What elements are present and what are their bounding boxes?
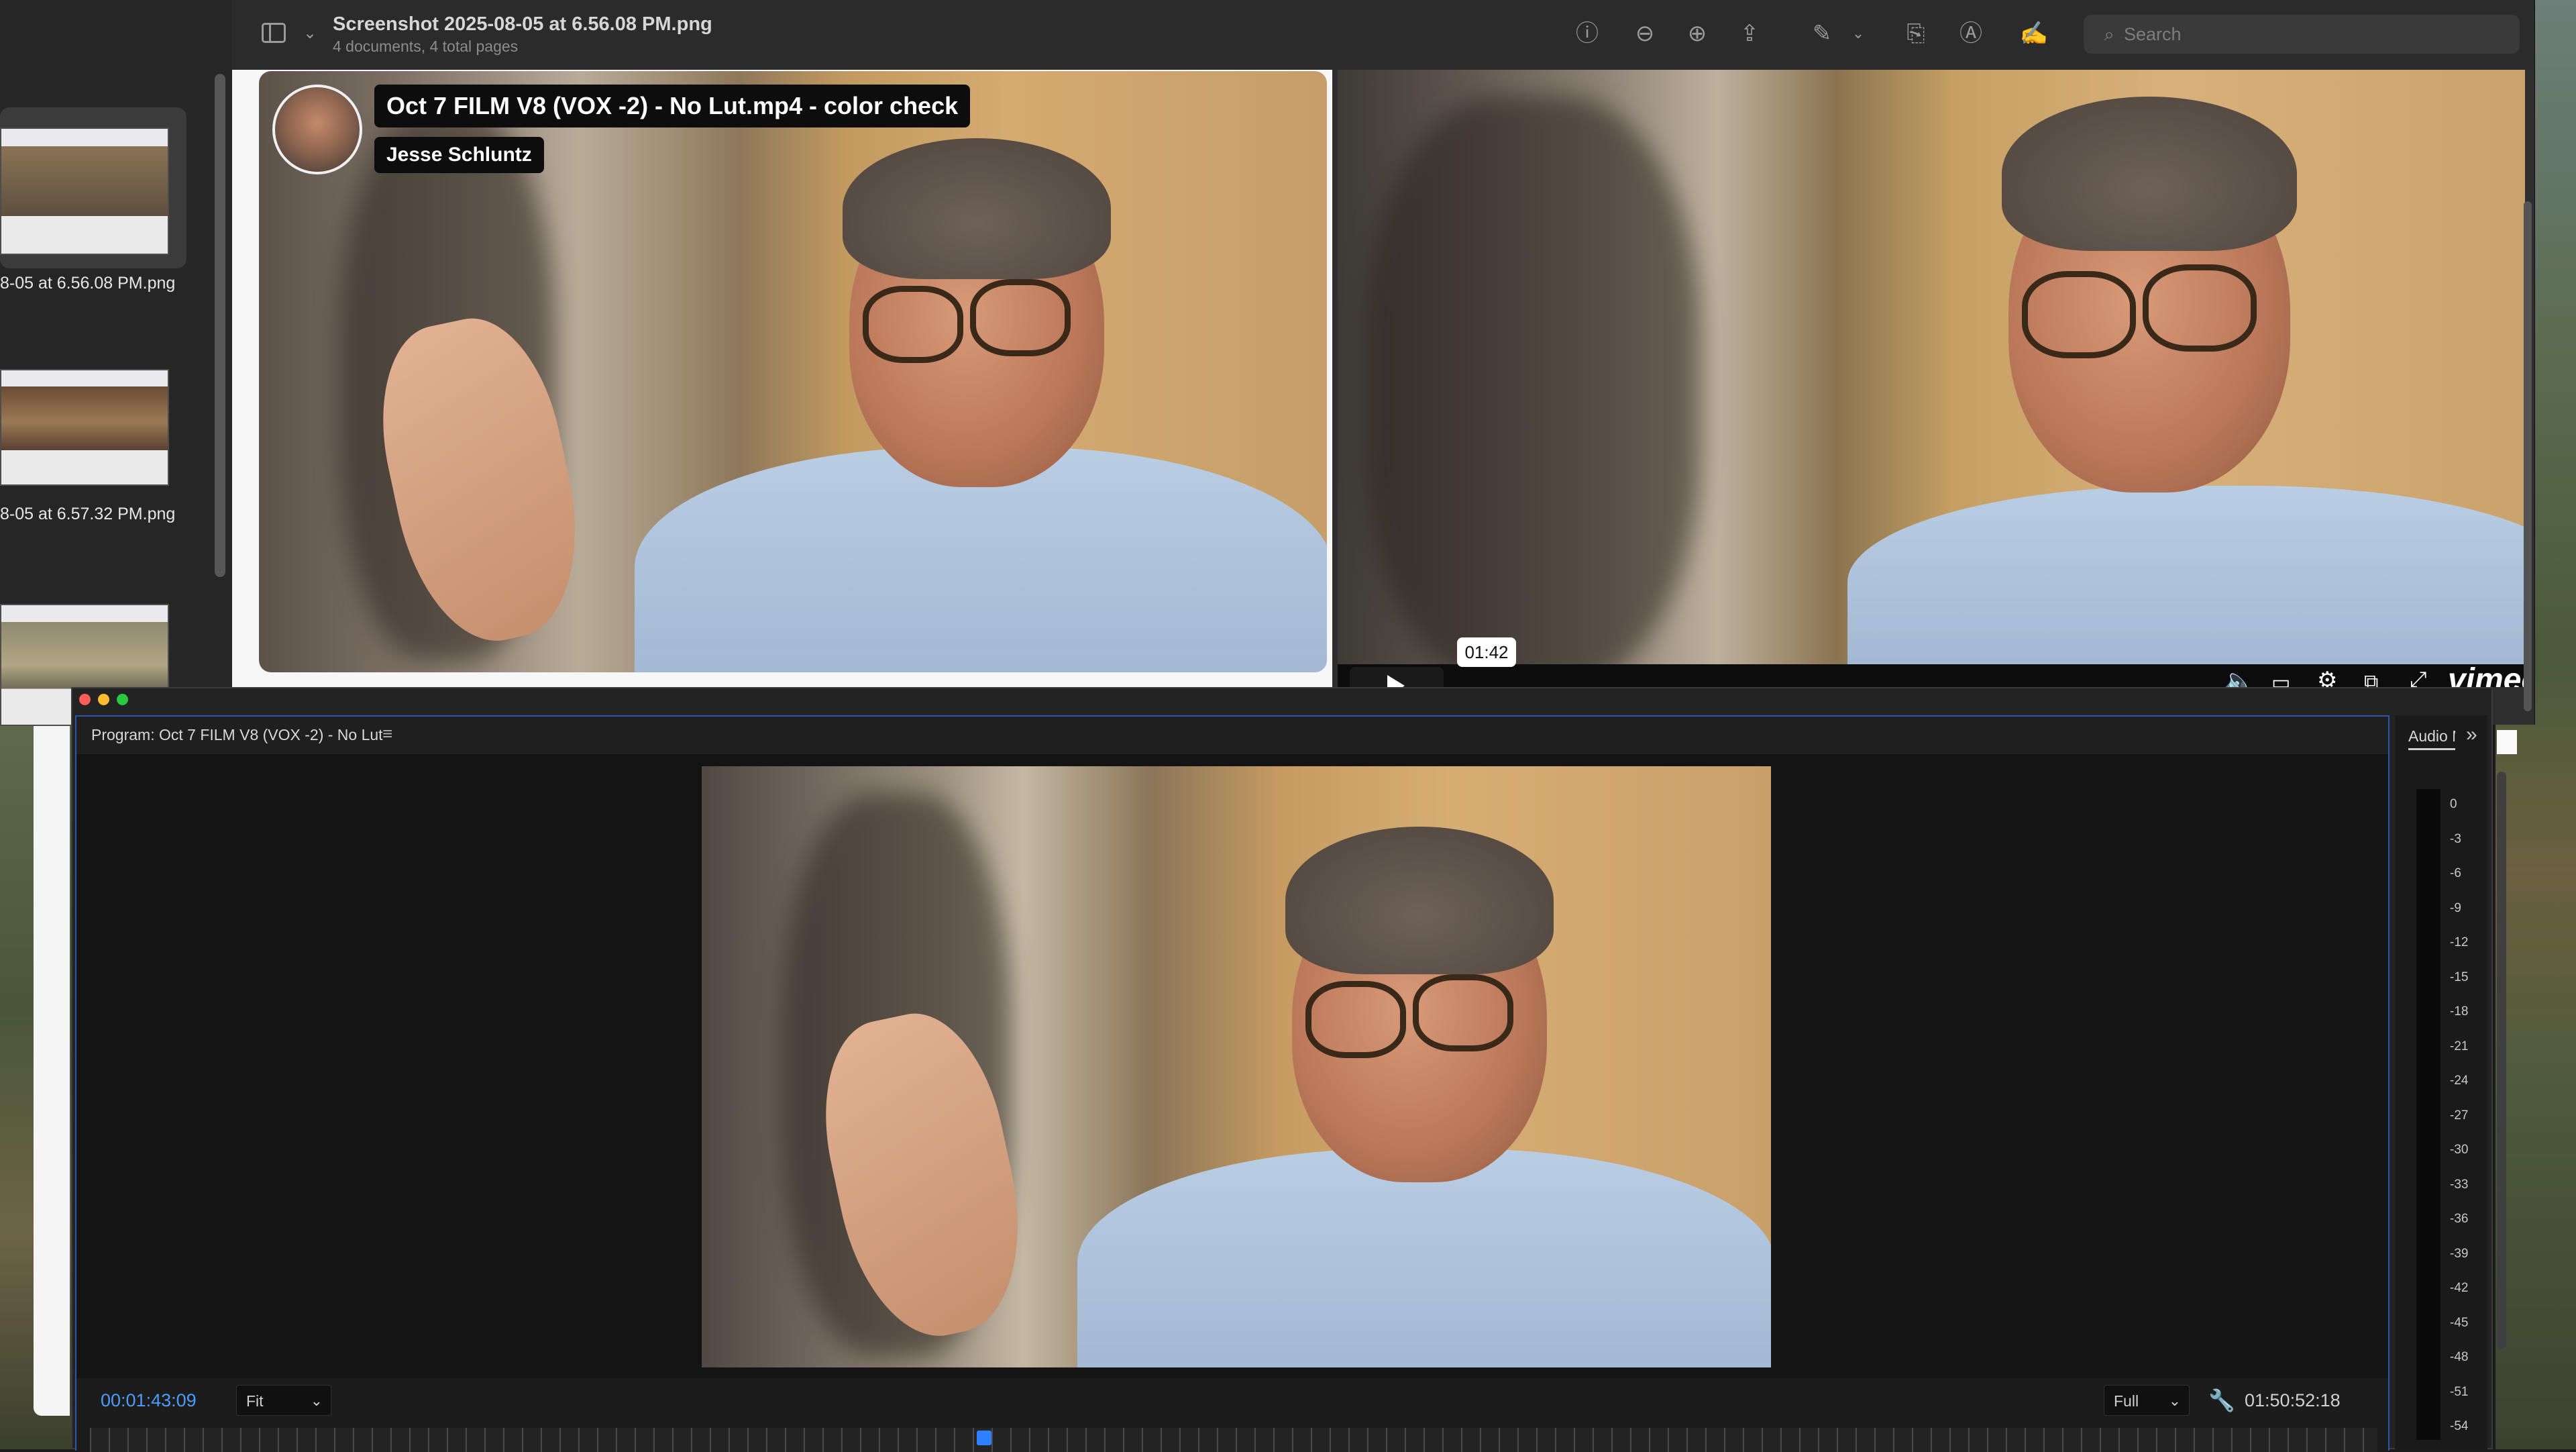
player-controls-bar <box>1338 664 2525 687</box>
meter-tick-label: -30 <box>2450 1143 2469 1157</box>
thumbnail-label: 8-05 at 6.56.08 PM.png <box>0 274 176 293</box>
meter-tick-label: -51 <box>2450 1384 2469 1399</box>
document-page: Oct 7 FILM V8 (VOX -2) - No Lut.mp4 - co… <box>232 70 1332 687</box>
panel-scrollbar[interactable] <box>2497 772 2506 1349</box>
fullscreen-icon[interactable]: ⤢ <box>2410 667 2427 687</box>
glasses <box>2143 264 2257 352</box>
sidebar-scrollbar[interactable] <box>215 74 225 577</box>
playhead[interactable] <box>977 1431 991 1445</box>
duration-timecode: 01:50:52:18 <box>2245 1390 2341 1410</box>
zoom-level-select[interactable]: Fit ⌄ <box>236 1385 331 1416</box>
thumbnail-image[interactable] <box>0 369 169 486</box>
zoom-window-button[interactable] <box>117 694 128 705</box>
panel-header: Program: Oct 7 FILM V8 (VOX -2) - No Lut… <box>76 717 2388 754</box>
markup-pen-icon[interactable]: ✎ <box>1807 19 1837 48</box>
background-photo <box>1364 97 1700 687</box>
panel-title[interactable]: Program: Oct 7 FILM V8 (VOX -2) - No Lut <box>91 726 383 744</box>
search-icon: ⌕ <box>2104 24 2114 44</box>
avatar[interactable] <box>272 85 362 174</box>
rotate-icon[interactable]: ⎘ <box>1901 19 1931 48</box>
meter-tick-label: 0 <box>2450 797 2457 811</box>
video-frame-left: Oct 7 FILM V8 (VOX -2) - No Lut.mp4 - co… <box>259 71 1327 672</box>
glasses <box>1413 974 1513 1051</box>
time-ruler[interactable] <box>90 1428 2377 1452</box>
playback-resolution-value: Full <box>2114 1392 2139 1410</box>
meter-tick-label: -24 <box>2450 1074 2469 1088</box>
info-icon[interactable]: ⓘ <box>1572 19 1602 48</box>
window-title: Screenshot 2025-08-05 at 6.56.08 PM.png <box>333 13 712 35</box>
minimize-window-button[interactable] <box>98 694 109 705</box>
meter-tick-label: -15 <box>2450 970 2469 984</box>
audio-meters-panel: Audio Meters » 0 -3 -6 -9 -12 -15 -18 -21 -24 -27… <box>2395 715 2487 1451</box>
premiere-window: Program: Oct 7 FILM V8 (VOX -2) - No Lut… <box>71 687 2493 1452</box>
preview-window: 8-05 at 6.56.08 PM.png 8-05 at 6.57.32 P… <box>0 0 2535 726</box>
chevron-down-icon[interactable]: ⌄ <box>295 19 325 48</box>
glasses <box>1305 981 1406 1058</box>
background-window-edge <box>2497 730 2517 754</box>
window-subtitle: 4 documents, 4 total pages <box>333 38 519 55</box>
meter-tick-label: -18 <box>2450 1004 2469 1019</box>
volume-icon[interactable]: 🔈 <box>2223 667 2255 687</box>
background-window-edge <box>34 725 70 1416</box>
glasses <box>970 279 1071 356</box>
preview-toolbar: ⌄ Screenshot 2025-08-05 at 6.56.08 PM.pn… <box>232 0 2534 70</box>
pip-icon[interactable]: ⧉ <box>2364 671 2378 687</box>
settings-icon[interactable]: ⚙ <box>2317 667 2337 687</box>
annotate-icon[interactable]: Ⓐ <box>1956 19 1986 48</box>
close-window-button[interactable] <box>79 694 91 705</box>
meter-tick-label: -54 <box>2450 1419 2469 1433</box>
search-field[interactable]: ⌕ Search <box>2084 15 2520 54</box>
chevron-down-icon: ⌄ <box>2168 1392 2181 1409</box>
chevron-down-icon[interactable]: ⌄ <box>1843 19 1873 48</box>
meter-tick-label: -3 <box>2450 831 2461 846</box>
meter-tick-label: -21 <box>2450 1039 2469 1053</box>
share-icon[interactable]: ⇪ <box>1735 19 1764 48</box>
audio-meter-bar <box>2416 789 2440 1440</box>
program-video-frame[interactable] <box>702 766 1771 1367</box>
meter-tick-label: -39 <box>2450 1246 2469 1261</box>
chevron-down-icon: ⌄ <box>310 1392 323 1409</box>
zoom-out-icon[interactable]: ⊖ <box>1630 19 1660 48</box>
meter-tick-label: -45 <box>2450 1315 2469 1330</box>
glasses <box>2022 271 2136 358</box>
document-canvas[interactable]: Oct 7 FILM V8 (VOX -2) - No Lut.mp4 - co… <box>232 70 2534 725</box>
zoom-level-value: Fit <box>246 1392 264 1410</box>
play-button[interactable] <box>1350 667 1444 687</box>
preview-scrollbar[interactable] <box>2524 201 2532 711</box>
playback-resolution-select[interactable]: Full ⌄ <box>2104 1385 2190 1416</box>
meter-tick-label: -9 <box>2450 900 2461 915</box>
video-author[interactable]: Jesse Schluntz <box>374 137 544 173</box>
captions-icon[interactable]: ▭ <box>2271 671 2290 687</box>
zoom-in-icon[interactable]: ⊕ <box>1682 19 1712 48</box>
vimeo-logo[interactable]: vimeo <box>2448 662 2525 687</box>
wrench-icon[interactable]: 🔧 <box>2208 1388 2235 1413</box>
meter-tick-label: -42 <box>2450 1281 2469 1295</box>
meter-tick-label: -12 <box>2450 935 2469 949</box>
hover-time-tooltip: 01:42 <box>1457 637 1516 667</box>
person-hair <box>1285 827 1554 974</box>
current-timecode[interactable]: 00:01:43:09 <box>101 1390 197 1411</box>
video-title[interactable]: Oct 7 FILM V8 (VOX -2) - No Lut.mp4 - co… <box>374 85 971 127</box>
person-hair <box>2002 97 2297 251</box>
thumbnail-image[interactable] <box>0 127 169 255</box>
search-placeholder: Search <box>2124 24 2182 44</box>
panel-overflow-icon[interactable]: » <box>2466 723 2477 746</box>
panel-menu-icon[interactable]: ≡ <box>382 723 392 744</box>
audio-meters-tab[interactable]: Audio Meters <box>2408 727 2455 750</box>
preview-sidebar[interactable]: 8-05 at 6.56.08 PM.png 8-05 at 6.57.32 P… <box>0 0 233 726</box>
sign-icon[interactable]: ✍ <box>2019 19 2049 48</box>
glasses <box>863 286 963 363</box>
meter-tick-label: -33 <box>2450 1177 2469 1192</box>
person-hair <box>843 138 1111 279</box>
person-shirt <box>1847 486 2525 687</box>
sidebar-toggle-icon[interactable] <box>262 23 286 43</box>
meter-tick-label: -6 <box>2450 866 2461 880</box>
meter-tick-label: -48 <box>2450 1350 2469 1364</box>
meter-tick-label: -27 <box>2450 1108 2469 1123</box>
program-monitor-panel: Program: Oct 7 FILM V8 (VOX -2) - No Lut… <box>75 715 2390 1452</box>
video-player[interactable]: 01:42 🔈 ▭ ⚙ ⧉ ⤢ vimeo <box>1338 70 2525 687</box>
meter-tick-label: -36 <box>2450 1212 2469 1226</box>
thumbnail-label: 8-05 at 6.57.32 PM.png <box>0 505 176 523</box>
